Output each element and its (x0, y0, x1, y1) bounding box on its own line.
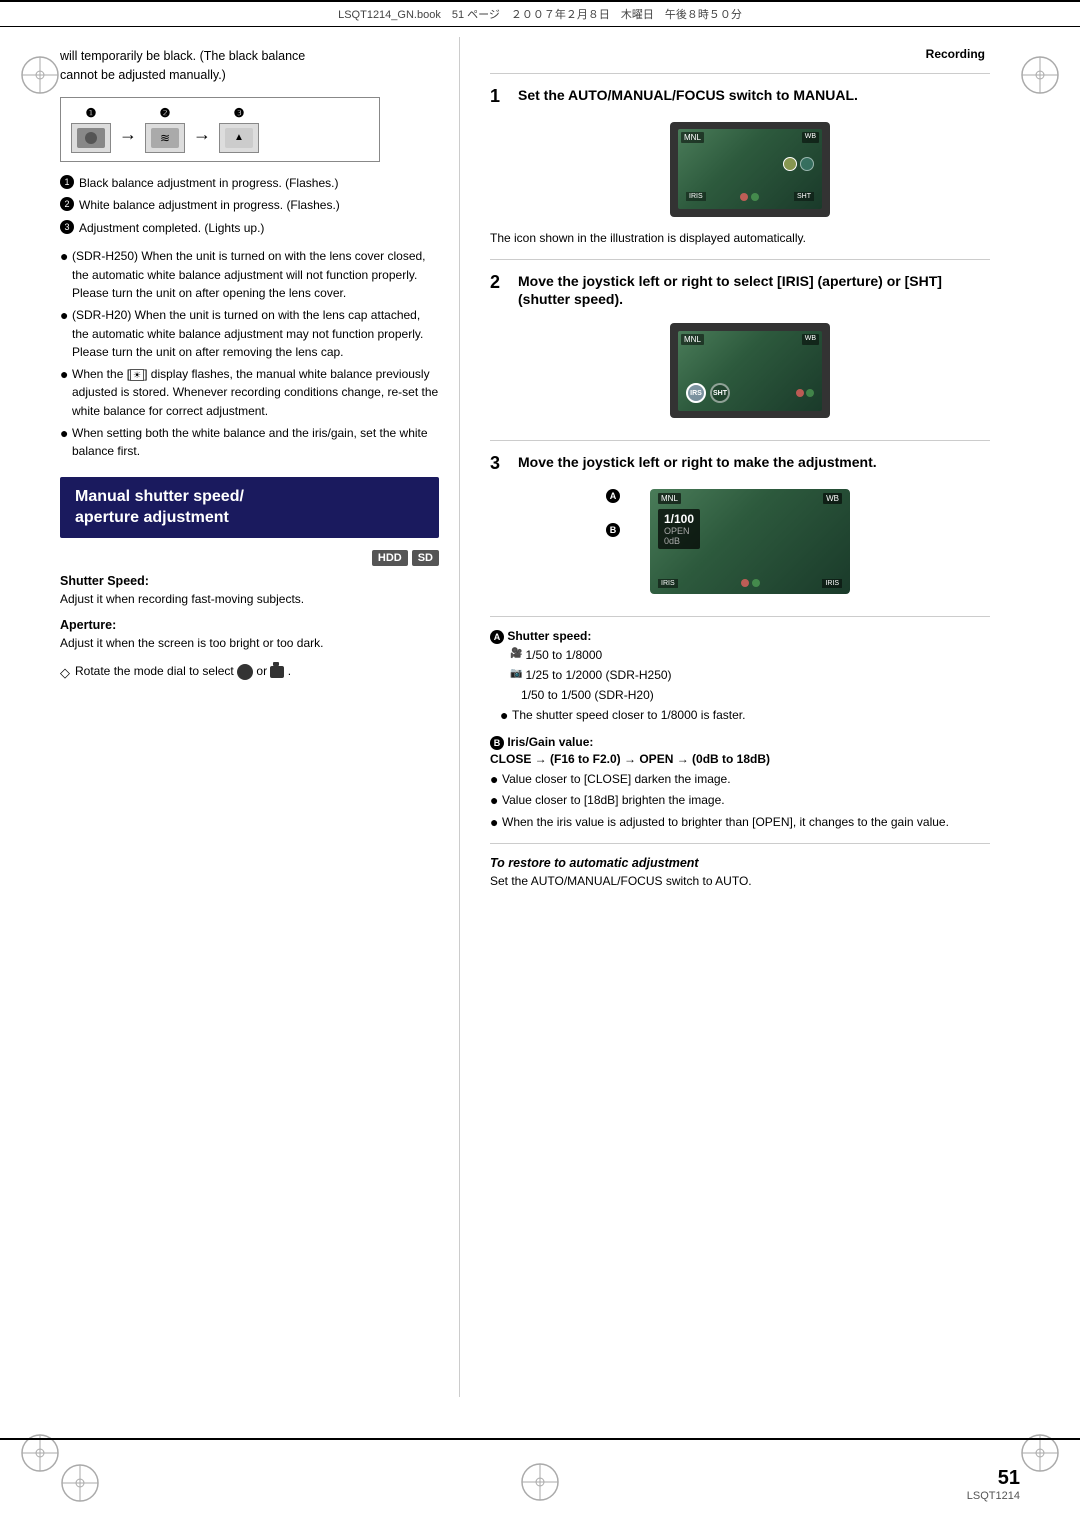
shutter-speed-label: Shutter Speed: (60, 574, 439, 588)
badge-row: HDD SD (60, 550, 439, 566)
iris-bullet-2: ● Value closer to [18dB] brighten the im… (490, 791, 990, 810)
shutter-speed-bullets: ● The shutter speed closer to 1/8000 is … (490, 706, 990, 725)
diamond-icon: ◇ (60, 663, 70, 683)
intro-text: will temporarily be black. (The black ba… (60, 47, 439, 85)
aperture-label: Aperture: (60, 618, 439, 632)
aperture-text: Adjust it when the screen is too bright … (60, 634, 439, 652)
step-1: 1 Set the AUTO/MANUAL/FOCUS switch to MA… (490, 86, 990, 245)
iris-bullet-1: ● Value closer to [CLOSE] darken the ima… (490, 770, 990, 789)
label-a: A (606, 489, 620, 503)
step-2-title: Move the joystick left or right to selec… (518, 272, 990, 310)
step-2-header: 2 Move the joystick left or right to sel… (490, 272, 990, 310)
iris-gain-info: B Iris/Gain value: CLOSE → (F16 to F2.0)… (490, 735, 990, 832)
iris-bullets: ● Value closer to [CLOSE] darken the ima… (490, 770, 990, 832)
diamond-text: Rotate the mode dial to select or . (75, 662, 291, 680)
top-divider (490, 73, 990, 74)
footer-center (520, 1462, 560, 1506)
dot-item-2: ● (SDR-H20) When the unit is turned on w… (60, 306, 439, 362)
diagram-step-2: ❷ ≋ (145, 106, 185, 153)
dot-item-3: ● When the [☀] display flashes, the manu… (60, 365, 439, 421)
aperture-info: Aperture: Adjust it when the screen is t… (60, 618, 439, 652)
dot-bullet-list: ● (SDR-H250) When the unit is turned on … (60, 247, 439, 461)
file-info-text: LSQT1214_GN.book 51 ページ ２００７年２月８日 木曜日 午後… (338, 6, 742, 22)
bullet-item-2: 2 White balance adjustment in progress. … (60, 196, 439, 215)
iris-gain-label: B Iris/Gain value: (490, 735, 990, 750)
step-1-title: Set the AUTO/MANUAL/FOCUS switch to MANU… (518, 86, 858, 105)
diagram-step-3: ❸ ▲ (219, 106, 259, 153)
footer: 51 LSQT1214 (0, 1438, 1080, 1528)
step-3-number: 3 (490, 453, 512, 475)
diagram-arrow-2: → (193, 114, 211, 145)
shutter-speed-list: 🎥 1/50 to 1/8000 📷 1/25 to 1/2000 (SDR-H… (490, 646, 990, 704)
step-2-camera-image: MNL WB IRS SHT (670, 323, 830, 418)
main-content: will temporarily be black. (The black ba… (0, 27, 1080, 1407)
balance-diagram: ❶ → ❷ ≋ → (60, 97, 380, 162)
shutter-speed-item-3: 1/50 to 1/500 (SDR-H20) (500, 686, 990, 704)
shutter-speed-info: Shutter Speed: Adjust it when recording … (60, 574, 439, 608)
corner-decoration-tr (1020, 55, 1060, 95)
shutter-speed-right-label: A Shutter speed: (490, 629, 990, 644)
restore-title: To restore to automatic adjustment (490, 856, 990, 870)
step-3-header: 3 Move the joystick left or right to mak… (490, 453, 990, 475)
footer-corner-left (60, 1463, 100, 1503)
right-column: Recording 1 Set the AUTO/MANUAL/FOCUS sw… (460, 37, 1040, 1397)
step-2-number: 2 (490, 272, 512, 294)
footer-right: 51 LSQT1214 (920, 1467, 1020, 1502)
hdd-badge: HDD (372, 550, 408, 566)
manual-section-box: Manual shutter speed/ aperture adjustmen… (60, 477, 439, 539)
corner-decoration-tl (20, 55, 60, 95)
top-bar: LSQT1214_GN.book 51 ページ ２００７年２月８日 木曜日 午後… (0, 0, 1080, 27)
shutter-speed-bullet-1: ● The shutter speed closer to 1/8000 is … (500, 706, 990, 725)
iris-formula: CLOSE → (F16 to F2.0) → OPEN → (0dB to 1… (490, 752, 990, 766)
step-1-number: 1 (490, 86, 512, 108)
step-3: 3 Move the joystick left or right to mak… (490, 453, 990, 602)
photo-icon-small: 📷 (500, 666, 522, 684)
bullet-item-3: 3 Adjustment completed. (Lights up.) (60, 219, 439, 238)
restore-section: To restore to automatic adjustment Set t… (490, 856, 990, 888)
step-1-header: 1 Set the AUTO/MANUAL/FOCUS switch to MA… (490, 86, 990, 108)
label-b: B (606, 523, 620, 537)
divider-1-2 (490, 259, 990, 260)
page-number: 51 (920, 1467, 1020, 1490)
footer-left (60, 1463, 160, 1506)
bullet-item-1: 1 Black balance adjustment in progress. … (60, 174, 439, 193)
step-3-title: Move the joystick left or right to make … (518, 453, 877, 472)
shutter-speed-item-1: 🎥 1/50 to 1/8000 (500, 646, 990, 664)
sd-badge: SD (412, 550, 439, 566)
shutter-speed-info-right: A Shutter speed: 🎥 1/50 to 1/8000 📷 1/25… (490, 629, 990, 725)
footer-decoration-left (520, 1462, 560, 1502)
video-icon-small: 🎥 (500, 646, 522, 664)
iris-bullet-3: ● When the iris value is adjusted to bri… (490, 813, 990, 832)
diagram-arrow-1: → (119, 114, 137, 145)
diagram-step-1: ❶ (71, 106, 111, 153)
step-3-camera-image: MNL WB 1/100 OPEN 0dB IRIS (650, 489, 850, 594)
dot-item-4: ● When setting both the white balance an… (60, 424, 439, 461)
page-code: LSQT1214 (920, 1490, 1020, 1502)
section-heading: Recording (490, 47, 990, 61)
spacer-icon (500, 686, 518, 704)
dot-item-1: ● (SDR-H250) When the unit is turned on … (60, 247, 439, 303)
page: LSQT1214_GN.book 51 ページ ２００７年２月８日 木曜日 午後… (0, 0, 1080, 1528)
left-column: will temporarily be black. (The black ba… (0, 37, 460, 1397)
diamond-bullet: ◇ Rotate the mode dial to select or . (60, 662, 439, 683)
shutter-speed-item-2: 📷 1/25 to 1/2000 (SDR-H250) (500, 666, 990, 684)
divider-2-3 (490, 440, 990, 441)
shutter-speed-text: Adjust it when recording fast-moving sub… (60, 590, 439, 608)
step-1-camera-image: MNL WB IRIS (670, 122, 830, 217)
step-2: 2 Move the joystick left or right to sel… (490, 272, 990, 427)
divider-restore (490, 843, 990, 844)
manual-section-title: Manual shutter speed/ aperture adjustmen… (75, 487, 424, 529)
step-1-caption: The icon shown in the illustration is di… (490, 231, 990, 245)
numbered-bullet-list: 1 Black balance adjustment in progress. … (60, 174, 439, 238)
divider-3-info (490, 616, 990, 617)
restore-text: Set the AUTO/MANUAL/FOCUS switch to AUTO… (490, 874, 990, 888)
